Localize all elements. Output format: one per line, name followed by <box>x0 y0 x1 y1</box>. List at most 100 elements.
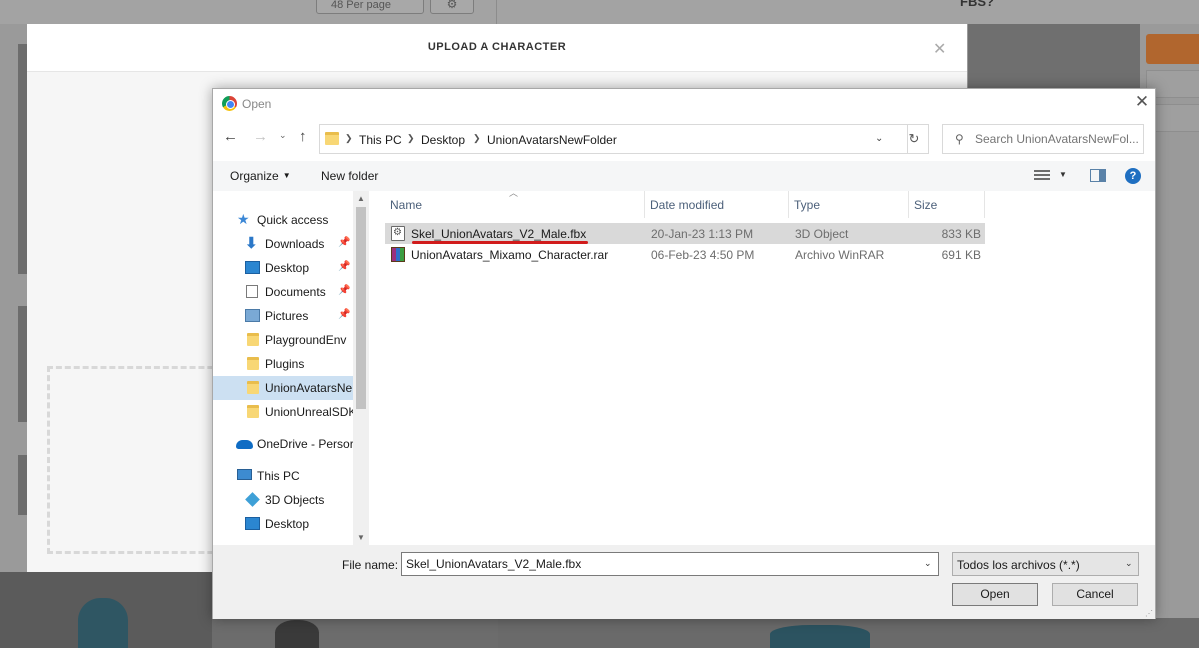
file-type-value: Todos los archivos (*.*) <box>957 558 1080 572</box>
command-toolbar: Organize ▼ New folder ▼ ? <box>213 161 1155 191</box>
nav-item-this-pc[interactable]: This PC <box>213 464 353 488</box>
nav-item-label: UnionUnrealSDK <box>265 405 357 419</box>
dialog-title: Open <box>242 97 272 111</box>
folder-icon <box>247 333 259 346</box>
3d-objects-icon <box>245 492 260 507</box>
caret-down-icon[interactable]: ▼ <box>1059 170 1067 179</box>
dialog-footer: File name: ⌄ Todos los archivos (*.*) ⌄ … <box>213 545 1155 619</box>
organize-button[interactable]: Organize ▼ <box>230 169 291 183</box>
back-arrow-icon[interactable]: ← <box>223 128 238 145</box>
desktop-icon <box>245 261 260 274</box>
file-type: Archivo WinRAR <box>795 248 885 262</box>
this-pc-icon <box>237 469 252 480</box>
resize-grip-icon[interactable]: ⋰ <box>1145 609 1153 618</box>
background-code-text: FBS? <box>960 0 994 9</box>
file-date: 06-Feb-23 4:50 PM <box>651 248 755 262</box>
nav-item-3d-objects[interactable]: 3D Objects <box>213 488 353 512</box>
search-icon: ⚲ <box>955 132 964 146</box>
folder-icon <box>247 405 259 418</box>
breadcrumb-item[interactable]: UnionAvatarsNewFolder <box>487 133 617 147</box>
refresh-icon[interactable]: ↻ <box>900 124 929 154</box>
chevron-down-icon[interactable]: ⌄ <box>279 130 287 141</box>
column-header-name[interactable]: Name <box>385 191 645 218</box>
close-icon[interactable]: ✕ <box>1131 93 1153 113</box>
address-bar[interactable]: ❯ This PC ❯ Desktop ❯ UnionAvatarsNewFol… <box>319 124 908 154</box>
upload-modal-title: UPLOAD A CHARACTER <box>427 41 567 53</box>
nav-item-unionavatarsnewfolder[interactable]: UnionAvatarsNe <box>213 376 353 400</box>
column-header-date-modified[interactable]: Date modified <box>645 191 789 218</box>
nav-item-downloads[interactable]: ⬇ Downloads 📌 <box>213 232 353 256</box>
new-folder-button[interactable]: New folder <box>321 169 378 183</box>
character-thumbnail <box>78 598 128 648</box>
nav-item-label: Documents <box>265 285 326 299</box>
nav-item-label: Pictures <box>265 309 309 323</box>
onedrive-icon <box>236 440 253 449</box>
character-thumbnail <box>275 620 319 648</box>
scrollbar-thumb[interactable] <box>356 207 366 409</box>
nav-item-quick-access[interactable]: ★ Quick access <box>213 208 353 232</box>
help-icon[interactable]: ? <box>1125 168 1141 184</box>
folder-icon <box>325 132 339 145</box>
file-name-combobox[interactable]: ⌄ <box>401 552 939 576</box>
cancel-button[interactable]: Cancel <box>1052 583 1138 606</box>
scroll-down-icon[interactable]: ▼ <box>357 533 365 542</box>
file-row[interactable]: Skel_UnionAvatars_V2_Male.fbx 20-Jan-23 … <box>385 223 985 244</box>
file-type: 3D Object <box>795 227 849 241</box>
file-name-input[interactable] <box>402 553 918 575</box>
nav-item-documents[interactable]: Documents 📌 <box>213 280 353 304</box>
column-header-size[interactable]: Size <box>909 191 985 218</box>
star-icon: ★ <box>237 211 250 227</box>
preview-pane-icon[interactable] <box>1090 169 1106 182</box>
folder-icon <box>247 357 259 370</box>
nav-item-label: Downloads <box>265 237 325 251</box>
file-size: 833 KB <box>941 227 981 241</box>
forward-arrow-icon[interactable]: → <box>253 128 268 145</box>
file-type-select[interactable]: Todos los archivos (*.*) ⌄ <box>952 552 1139 576</box>
nav-item-desktop[interactable]: Desktop <box>213 512 353 536</box>
navigation-bar: ← → ⌄ ↑ ❯ This PC ❯ Desktop ❯ UnionAvata… <box>213 119 1155 159</box>
open-button[interactable]: Open <box>952 583 1038 606</box>
pin-icon: 📌 <box>338 237 351 248</box>
nav-item-onedrive[interactable]: OneDrive - Persor <box>213 432 354 456</box>
file-name: UnionAvatars_Mixamo_Character.rar <box>411 248 609 262</box>
chrome-icon <box>222 96 237 111</box>
scroll-up-icon[interactable]: ▲ <box>357 194 365 203</box>
nav-item-desktop[interactable]: Desktop 📌 <box>213 256 353 280</box>
column-header-type[interactable]: Type <box>789 191 909 218</box>
nav-pane-scrollbar[interactable]: ▲ ▼ <box>353 191 369 545</box>
chevron-right-icon[interactable]: ❯ <box>407 133 415 144</box>
file-name: Skel_UnionAvatars_V2_Male.fbx <box>411 227 587 241</box>
chevron-down-icon[interactable]: ⌄ <box>875 133 883 144</box>
open-file-dialog: Open ✕ ← → ⌄ ↑ ❯ This PC ❯ Desktop ❯ Uni… <box>212 88 1156 619</box>
gear-icon: ⚙ <box>430 0 474 14</box>
search-input[interactable] <box>975 125 1141 153</box>
chevron-right-icon[interactable]: ❯ <box>345 133 353 144</box>
file-list: ︿ Name Date modified Type Size Skel_Unio… <box>385 188 1155 545</box>
pictures-icon <box>245 309 260 322</box>
desktop-icon <box>245 517 260 530</box>
file-row[interactable]: UnionAvatars_Mixamo_Character.rar 06-Feb… <box>385 244 985 265</box>
organize-label: Organize <box>230 169 279 183</box>
chevron-down-icon[interactable]: ⌄ <box>924 558 932 569</box>
view-options-icon[interactable] <box>1034 170 1050 182</box>
search-box[interactable]: ⚲ <box>942 124 1144 154</box>
close-icon[interactable]: ✕ <box>933 39 946 59</box>
file-name-label: File name: <box>342 558 399 572</box>
pin-icon: 📌 <box>338 309 351 320</box>
chevron-right-icon[interactable]: ❯ <box>473 133 481 144</box>
download-icon: ⬇ <box>245 235 258 252</box>
nav-item-plugins[interactable]: Plugins <box>213 352 353 376</box>
nav-item-pictures[interactable]: Pictures 📌 <box>213 304 353 328</box>
chevron-down-icon: ⌄ <box>1125 558 1133 568</box>
breadcrumb-item[interactable]: Desktop <box>421 133 465 147</box>
nav-item-playgroundenv[interactable]: PlaygroundEnv <box>213 328 353 352</box>
nav-item-unionunrealsdk[interactable]: UnionUnrealSDK <box>213 400 357 424</box>
up-arrow-icon[interactable]: ↑ <box>299 128 307 145</box>
documents-icon <box>246 285 258 298</box>
nav-item-label: Desktop <box>265 517 310 531</box>
character-thumbnail <box>770 625 870 648</box>
nav-item-label: 3D Objects <box>265 493 325 507</box>
breadcrumb-item[interactable]: This PC <box>359 133 402 147</box>
pin-icon: 📌 <box>338 261 351 272</box>
nav-item-label: OneDrive - Persor <box>257 437 354 451</box>
